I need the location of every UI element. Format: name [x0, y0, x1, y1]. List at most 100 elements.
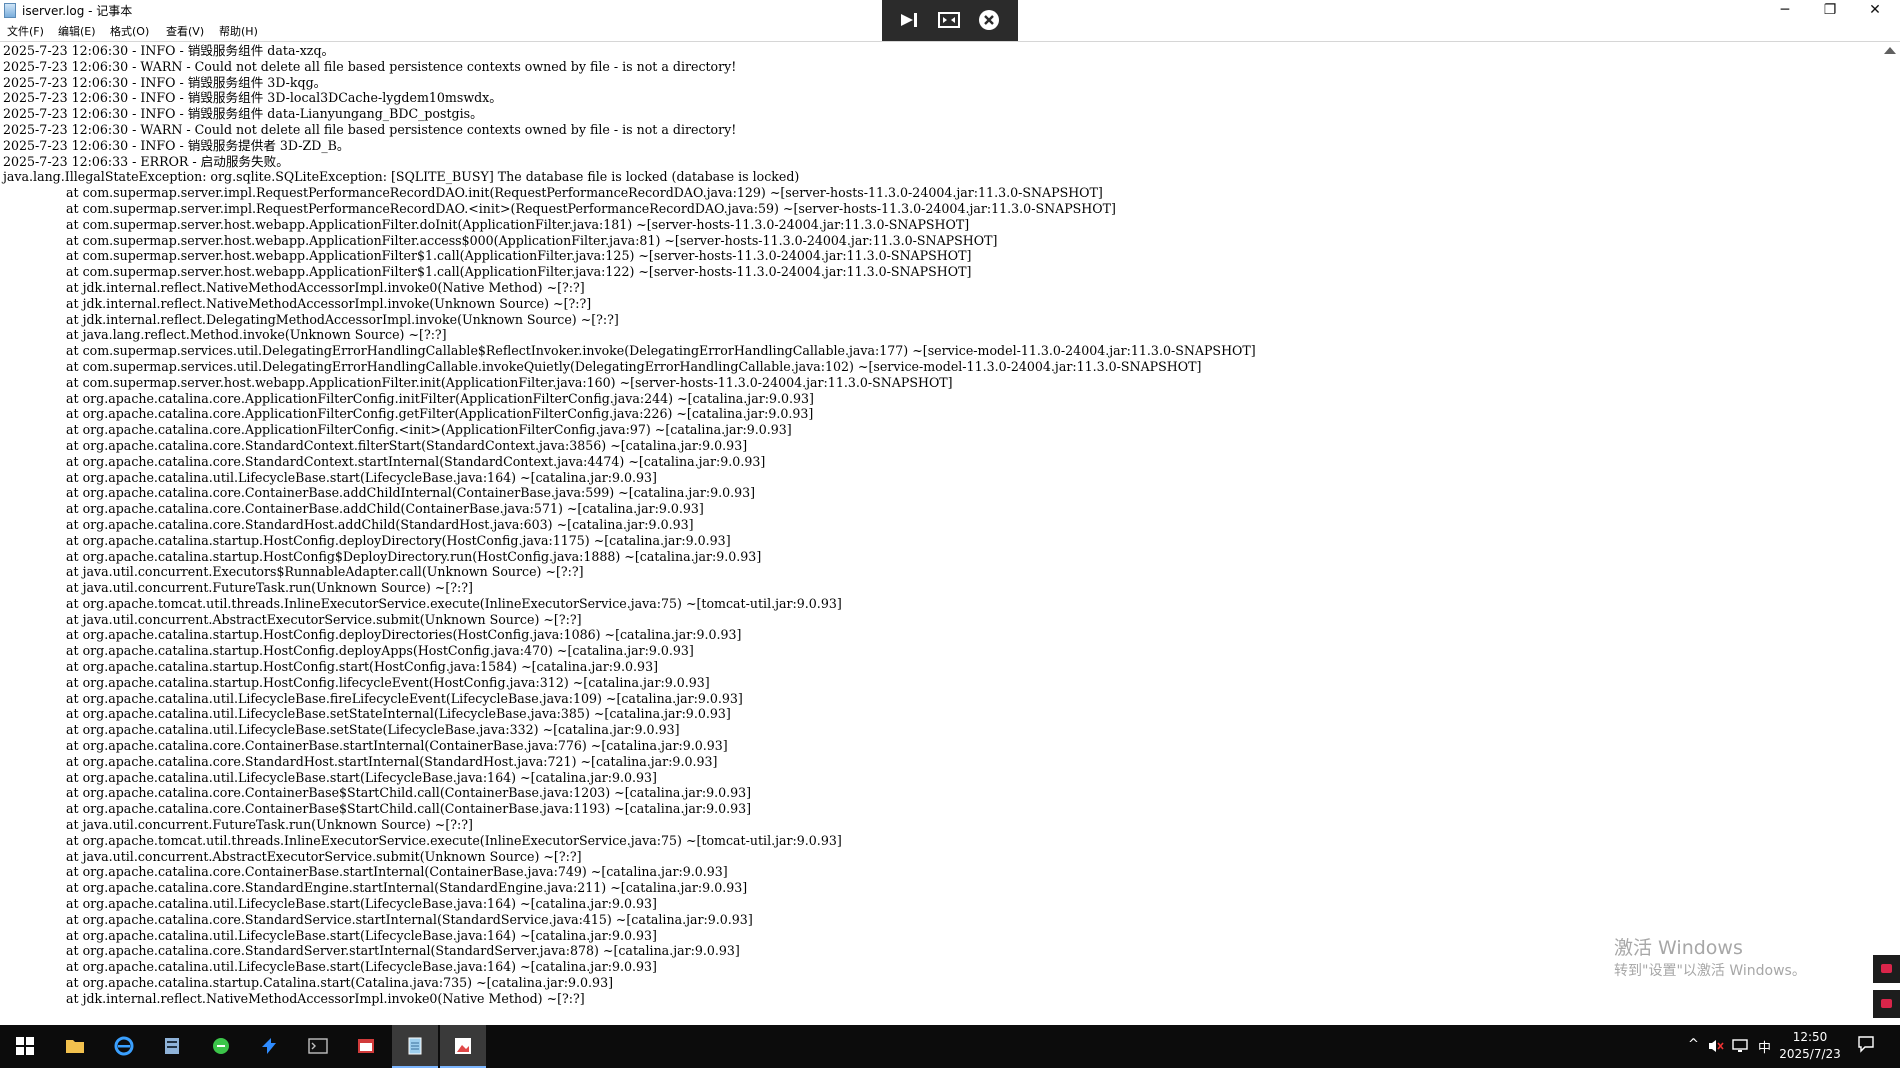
floating-app-icon-2[interactable] — [1873, 990, 1900, 1018]
log-line: at com.supermap.server.host.webapp.Appli… — [66, 264, 972, 280]
taskbar-green-app[interactable] — [198, 1025, 244, 1068]
green-circle-icon — [212, 1038, 229, 1054]
menu-help[interactable]: 帮助(H) — [219, 25, 258, 39]
log-line: at org.apache.catalina.core.ContainerBas… — [66, 801, 752, 817]
log-line: at org.apache.catalina.core.StandardServ… — [66, 911, 753, 927]
log-line: 2025-7-23 12:06:30 - INFO - 销毁服务组件 data-… — [3, 106, 483, 122]
activation-watermark-title: 激活 Windows — [1614, 937, 1743, 959]
log-line: at org.apache.catalina.startup.HostConfi… — [66, 548, 762, 564]
taskbar-server-manager[interactable] — [149, 1025, 195, 1068]
log-line: at org.apache.catalina.core.ApplicationF… — [66, 422, 792, 438]
log-line: at org.apache.tomcat.util.threads.Inline… — [66, 832, 842, 848]
resize-icon[interactable] — [938, 9, 960, 31]
log-line: at org.apache.catalina.core.ContainerBas… — [66, 785, 752, 801]
menu-edit[interactable]: 编辑(E) — [58, 25, 96, 39]
log-line: 2025-7-23 12:06:30 - INFO - 销毁服务提供者 3D-Z… — [3, 137, 350, 153]
log-line: at org.apache.catalina.core.ContainerBas… — [66, 485, 756, 501]
tray-chevron-icon[interactable]: ^ — [1688, 1037, 1699, 1052]
minimize-button[interactable]: ─ — [1763, 0, 1807, 22]
clock-date: 2025/7/23 — [1779, 1047, 1841, 1061]
menu-file[interactable]: 文件(F) — [7, 25, 44, 39]
system-clock[interactable]: 12:50 2025/7/23 — [1760, 1029, 1860, 1063]
network-icon[interactable] — [1732, 1038, 1748, 1054]
text-editor[interactable]: 2025-7-23 12:06:30 - INFO - 销毁服务组件 data-… — [0, 43, 1880, 1025]
log-line: at org.apache.catalina.util.LifecycleBas… — [66, 927, 657, 943]
log-line: at com.supermap.services.util.Delegating… — [66, 343, 1256, 359]
log-line: at org.apache.catalina.startup.HostConfi… — [66, 643, 694, 659]
vertical-scrollbar[interactable] — [1880, 43, 1900, 1025]
log-line: at jdk.internal.reflect.NativeMethodAcce… — [66, 295, 592, 311]
log-line: at java.util.concurrent.FutureTask.run(U… — [66, 580, 473, 596]
server-icon — [165, 1038, 179, 1054]
log-line: at org.apache.catalina.core.StandardCont… — [66, 453, 766, 469]
log-line: 2025-7-23 12:06:33 - ERROR - 启动服务失败。 — [3, 153, 289, 169]
log-line: at java.util.concurrent.Executors$Runnab… — [66, 564, 584, 580]
log-line: at com.supermap.server.host.webapp.Appli… — [66, 232, 998, 248]
image-app-icon — [455, 1038, 471, 1054]
red-badge-icon — [1881, 964, 1892, 973]
log-line: 2025-7-23 12:06:30 - INFO - 销毁服务组件 3D-lo… — [3, 90, 502, 106]
maximize-button[interactable]: ❐ — [1808, 0, 1852, 22]
log-line: at org.apache.tomcat.util.threads.Inline… — [66, 595, 842, 611]
log-line: java.lang.IllegalStateException: org.sql… — [3, 169, 800, 185]
log-line: at org.apache.catalina.core.StandardCont… — [66, 437, 748, 453]
red-flag-icon — [1881, 999, 1892, 1008]
log-line: at com.supermap.services.util.Delegating… — [66, 358, 1202, 374]
log-line: at org.apache.catalina.core.ContainerBas… — [66, 864, 728, 880]
taskbar-file-explorer[interactable] — [52, 1025, 98, 1068]
pin-icon[interactable] — [898, 9, 920, 31]
remote-toolbar — [882, 0, 1018, 41]
log-line: at org.apache.catalina.util.LifecycleBas… — [66, 959, 657, 975]
floating-app-icon[interactable] — [1873, 955, 1900, 983]
scroll-up-arrow-icon[interactable] — [1884, 47, 1896, 54]
log-line: at org.apache.catalina.util.LifecycleBas… — [66, 469, 657, 485]
log-line: 2025-7-23 12:06:30 - WARN - Could not de… — [3, 58, 737, 74]
taskbar-command-prompt[interactable] — [295, 1025, 341, 1068]
window-title: iserver.log - 记事本 — [22, 4, 133, 18]
folder-icon — [66, 1040, 84, 1053]
close-button[interactable]: ✕ — [1853, 0, 1897, 22]
notepad-icon — [408, 1037, 421, 1055]
log-line: at java.lang.reflect.Method.invoke(Unkno… — [66, 327, 447, 343]
notepad-icon — [4, 3, 16, 18]
log-line: at org.apache.catalina.util.LifecycleBas… — [66, 769, 657, 785]
log-line: at java.util.concurrent.AbstractExecutor… — [66, 611, 582, 627]
activation-watermark-subtitle: 转到"设置"以激活 Windows。 — [1614, 963, 1806, 979]
menu-format[interactable]: 格式(O) — [110, 25, 149, 39]
log-line: at org.apache.catalina.util.LifecycleBas… — [66, 690, 743, 706]
log-line: at org.apache.catalina.util.LifecycleBas… — [66, 706, 731, 722]
blue-arrow-icon — [262, 1038, 276, 1054]
taskbar-red-window-app[interactable] — [343, 1025, 389, 1068]
log-line: 2025-7-23 12:06:30 - WARN - Could not de… — [3, 121, 737, 137]
taskbar-photo-app[interactable] — [440, 1025, 486, 1068]
start-button[interactable] — [2, 1025, 48, 1068]
log-line: at java.util.concurrent.FutureTask.run(U… — [66, 817, 473, 833]
log-line: at org.apache.catalina.core.StandardHost… — [66, 516, 694, 532]
log-line: at org.apache.catalina.startup.HostConfi… — [66, 674, 710, 690]
log-line: at java.util.concurrent.AbstractExecutor… — [66, 848, 582, 864]
taskbar-arrow-app[interactable] — [246, 1025, 292, 1068]
taskbar-notepad[interactable] — [391, 1025, 438, 1068]
log-line: at com.supermap.server.impl.RequestPerfo… — [66, 185, 1103, 201]
volume-muted-icon[interactable] — [1708, 1038, 1724, 1054]
log-line: at org.apache.catalina.core.ApplicationF… — [66, 390, 814, 406]
log-line: at jdk.internal.reflect.NativeMethodAcce… — [66, 990, 585, 1006]
log-line: at org.apache.catalina.core.ApplicationF… — [66, 406, 814, 422]
log-line: at com.supermap.server.host.webapp.Appli… — [66, 248, 972, 264]
log-line: 2025-7-23 12:06:30 - INFO - 销毁服务组件 3D-kq… — [3, 74, 327, 90]
terminal-icon — [307, 1038, 328, 1054]
action-center-icon[interactable] — [1857, 1035, 1875, 1053]
log-line: at jdk.internal.reflect.NativeMethodAcce… — [66, 279, 585, 295]
taskbar: ^ 中 12:50 2025/7/23 — [0, 1025, 1900, 1068]
menu-view[interactable]: 查看(V) — [166, 25, 204, 39]
close-circle-icon[interactable] — [978, 9, 1000, 31]
log-line: at org.apache.catalina.util.LifecycleBas… — [66, 722, 680, 738]
log-line: at org.apache.catalina.core.StandardServ… — [66, 943, 740, 959]
log-line: at com.supermap.server.host.webapp.Appli… — [66, 216, 970, 232]
log-line: at org.apache.catalina.core.ContainerBas… — [66, 501, 704, 517]
clock-time: 12:50 — [1792, 1030, 1828, 1044]
log-line: at org.apache.catalina.core.ContainerBas… — [66, 738, 728, 754]
log-line: at org.apache.catalina.startup.HostConfi… — [66, 627, 742, 643]
log-line: at com.supermap.server.impl.RequestPerfo… — [66, 200, 1116, 216]
taskbar-internet-explorer[interactable] — [101, 1025, 147, 1068]
